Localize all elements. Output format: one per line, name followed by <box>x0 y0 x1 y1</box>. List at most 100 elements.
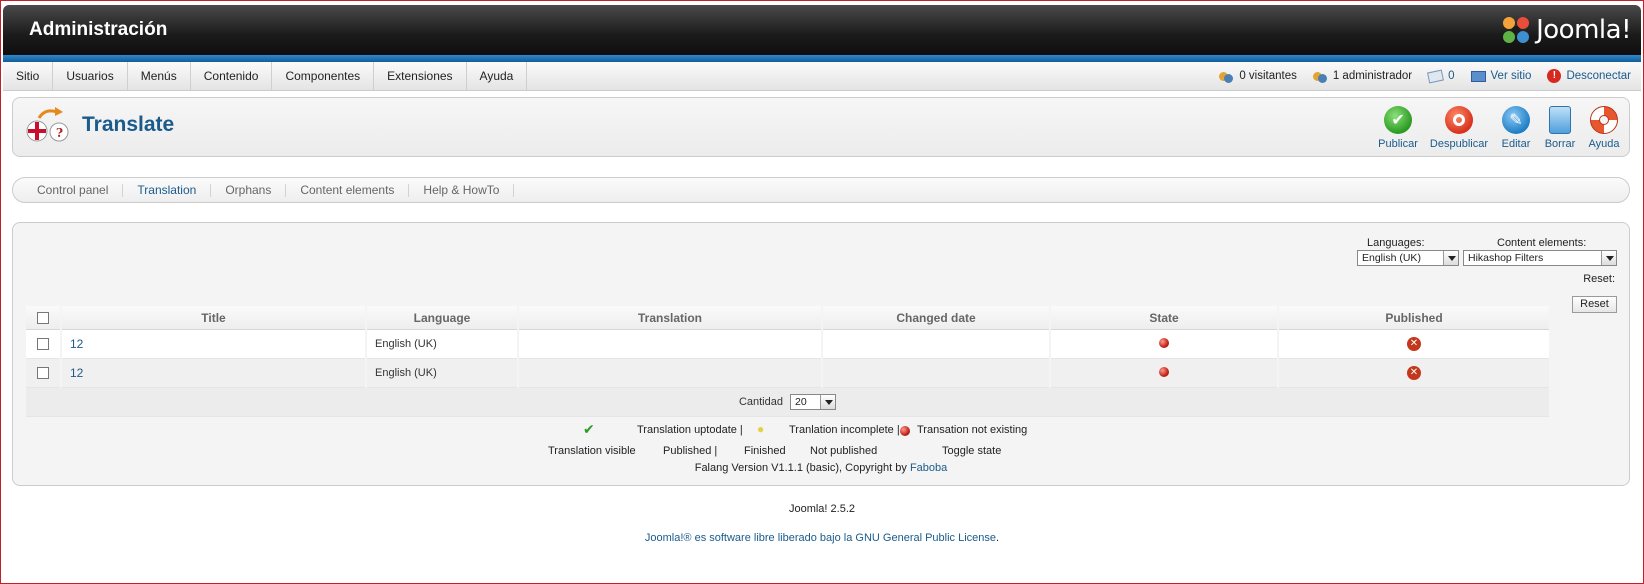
joomla-logo-icon <box>1503 17 1530 43</box>
pagination-select[interactable]: 20 <box>790 394 837 410</box>
content-elements-label: Content elements: <box>1497 237 1587 249</box>
select-all-checkbox[interactable] <box>37 312 49 325</box>
unpublish-icon <box>1444 106 1473 134</box>
submenu-translation[interactable]: Translation <box>123 183 212 197</box>
check-icon: ✔ <box>583 421 595 437</box>
row-checkbox[interactable] <box>37 367 49 380</box>
submenu-content-elements[interactable]: Content elements <box>286 183 410 197</box>
joomla-logo[interactable]: Joomla! <box>1500 14 1631 46</box>
submenu-control-panel[interactable]: Control panel <box>23 183 124 197</box>
submenu-help-howto[interactable]: Help & HowTo <box>409 183 515 197</box>
license-post: . <box>996 532 1000 544</box>
translations-table: Title Language Translation Changed date … <box>24 306 1551 417</box>
delete-button[interactable]: Borrar <box>1541 106 1579 150</box>
users-icon <box>1219 70 1234 83</box>
menu-item-menus[interactable]: Menús <box>128 62 191 90</box>
lifebuoy-icon <box>1590 106 1618 134</box>
messages-count[interactable]: 0 <box>1448 70 1454 82</box>
logout-status[interactable]: ! Desconectar <box>1547 69 1631 83</box>
page-title: Translate <box>82 113 175 136</box>
legend-visible: Translation visible <box>548 445 636 457</box>
lightbulb-icon: ● <box>757 422 765 436</box>
title-link[interactable]: 12 <box>70 366 83 380</box>
menu-item-extensiones[interactable]: Extensiones <box>374 62 467 90</box>
published-cell: ✕ <box>1279 359 1549 388</box>
menu-item-usuarios[interactable]: Usuarios <box>53 62 128 90</box>
select-all-header <box>26 306 60 330</box>
column-header-published[interactable]: Published <box>1279 306 1549 330</box>
not-existing-dot-icon <box>900 426 910 436</box>
joomla-version: Joomla! 2.5.2 <box>788 503 856 515</box>
changed-date-cell <box>823 330 1049 359</box>
column-header-language[interactable]: Language <box>367 306 517 330</box>
gpl-link[interactable]: GNU General Public License <box>855 532 996 544</box>
submenu-orphans[interactable]: Orphans <box>211 183 287 197</box>
filters: Languages: English (UK) Content elements… <box>1357 235 1617 315</box>
view-site-link[interactable]: Ver sitio <box>1491 70 1532 82</box>
monitor-icon <box>1470 70 1486 82</box>
menu-item-sitio[interactable]: Sitio <box>3 62 54 90</box>
languages-label: Languages: <box>1367 237 1425 249</box>
languages-select-value: English (UK) <box>1362 252 1421 264</box>
joomla-logo-text: Joomla! <box>1536 15 1631 45</box>
toolbar-box: ? Translate ✔ Publicar Despublicar ✎ Edi… <box>12 97 1630 157</box>
legend-uptodate: Translation uptodate | <box>637 424 743 436</box>
title-cell: 12 <box>62 359 365 388</box>
view-site-status[interactable]: Ver sitio <box>1470 70 1532 82</box>
state-cell <box>1051 359 1277 388</box>
edit-button[interactable]: ✎ Editar <box>1497 106 1535 150</box>
column-header-state[interactable]: State <box>1051 306 1277 330</box>
admin-title: Administración <box>29 19 168 40</box>
chevron-down-icon <box>1601 251 1616 265</box>
unpublish-button[interactable]: Despublicar <box>1427 106 1491 150</box>
table-header-row: Title Language Translation Changed date … <box>26 306 1549 330</box>
publish-label: Publicar <box>1378 138 1418 150</box>
published-cell: ✕ <box>1279 330 1549 359</box>
content-elements-select[interactable]: Hikashop Filters <box>1463 250 1617 266</box>
menu-item-ayuda[interactable]: Ayuda <box>467 62 528 90</box>
content-elements-select-value: Hikashop Filters <box>1468 252 1544 264</box>
edit-pencil-icon: ✎ <box>1502 106 1530 134</box>
table-row: 12 English (UK) ✕ <box>26 359 1549 388</box>
logout-icon: ! <box>1547 69 1562 83</box>
messages-icon <box>1427 69 1445 83</box>
admins-text: 1 administrador <box>1332 70 1413 82</box>
messages-status[interactable]: 0 <box>1427 69 1455 83</box>
legend-published: Published | <box>663 445 718 457</box>
status-bar: 0 visitantes 1 administrador 0 Ver sitio… <box>1219 62 1631 90</box>
main-menu-bar: Sitio Usuarios Menús Contenido Component… <box>3 62 1641 91</box>
menu-item-contenido[interactable]: Contenido <box>191 62 273 90</box>
reset-button[interactable]: Reset <box>1572 296 1617 313</box>
version-line: Falang Version V1.1.1 (basic), Copyright… <box>13 462 1629 474</box>
column-header-translation[interactable]: Translation <box>519 306 821 330</box>
translation-cell <box>519 359 821 388</box>
publish-button[interactable]: ✔ Publicar <box>1375 106 1421 150</box>
title-link[interactable]: 12 <box>70 337 83 351</box>
unpublished-x-icon[interactable]: ✕ <box>1407 337 1421 351</box>
menu-item-componentes[interactable]: Componentes <box>272 62 375 90</box>
license-pre-link[interactable]: Joomla!® es software libre liberado bajo… <box>645 532 852 544</box>
admin-users-icon <box>1312 70 1328 83</box>
chevron-down-icon <box>1443 251 1458 265</box>
visitors-status: 0 visitantes <box>1219 70 1297 83</box>
not-existing-dot-icon <box>1159 337 1169 348</box>
legend-not-existing: Transation not existing <box>917 424 1028 436</box>
admin-header: Administración Joomla! <box>3 5 1641 55</box>
delete-label: Borrar <box>1544 138 1576 150</box>
row-select-cell <box>26 330 60 359</box>
row-checkbox[interactable] <box>37 338 49 351</box>
pagination-cell: Cantidad 20 <box>26 388 1549 417</box>
translation-cell <box>519 330 821 359</box>
column-header-changed-date[interactable]: Changed date <box>823 306 1049 330</box>
trash-icon <box>1549 106 1571 134</box>
unpublished-x-icon[interactable]: ✕ <box>1407 366 1421 380</box>
changed-date-cell <box>823 359 1049 388</box>
svg-text:?: ? <box>56 126 63 140</box>
column-header-title[interactable]: Title <box>62 306 365 330</box>
faboba-link[interactable]: Faboba <box>910 462 947 474</box>
languages-select[interactable]: English (UK) <box>1357 250 1459 266</box>
not-existing-dot-icon <box>1159 366 1169 377</box>
legend-finished: Finished <box>744 445 786 457</box>
logout-link[interactable]: Desconectar <box>1566 70 1631 82</box>
help-button[interactable]: Ayuda <box>1585 106 1623 150</box>
